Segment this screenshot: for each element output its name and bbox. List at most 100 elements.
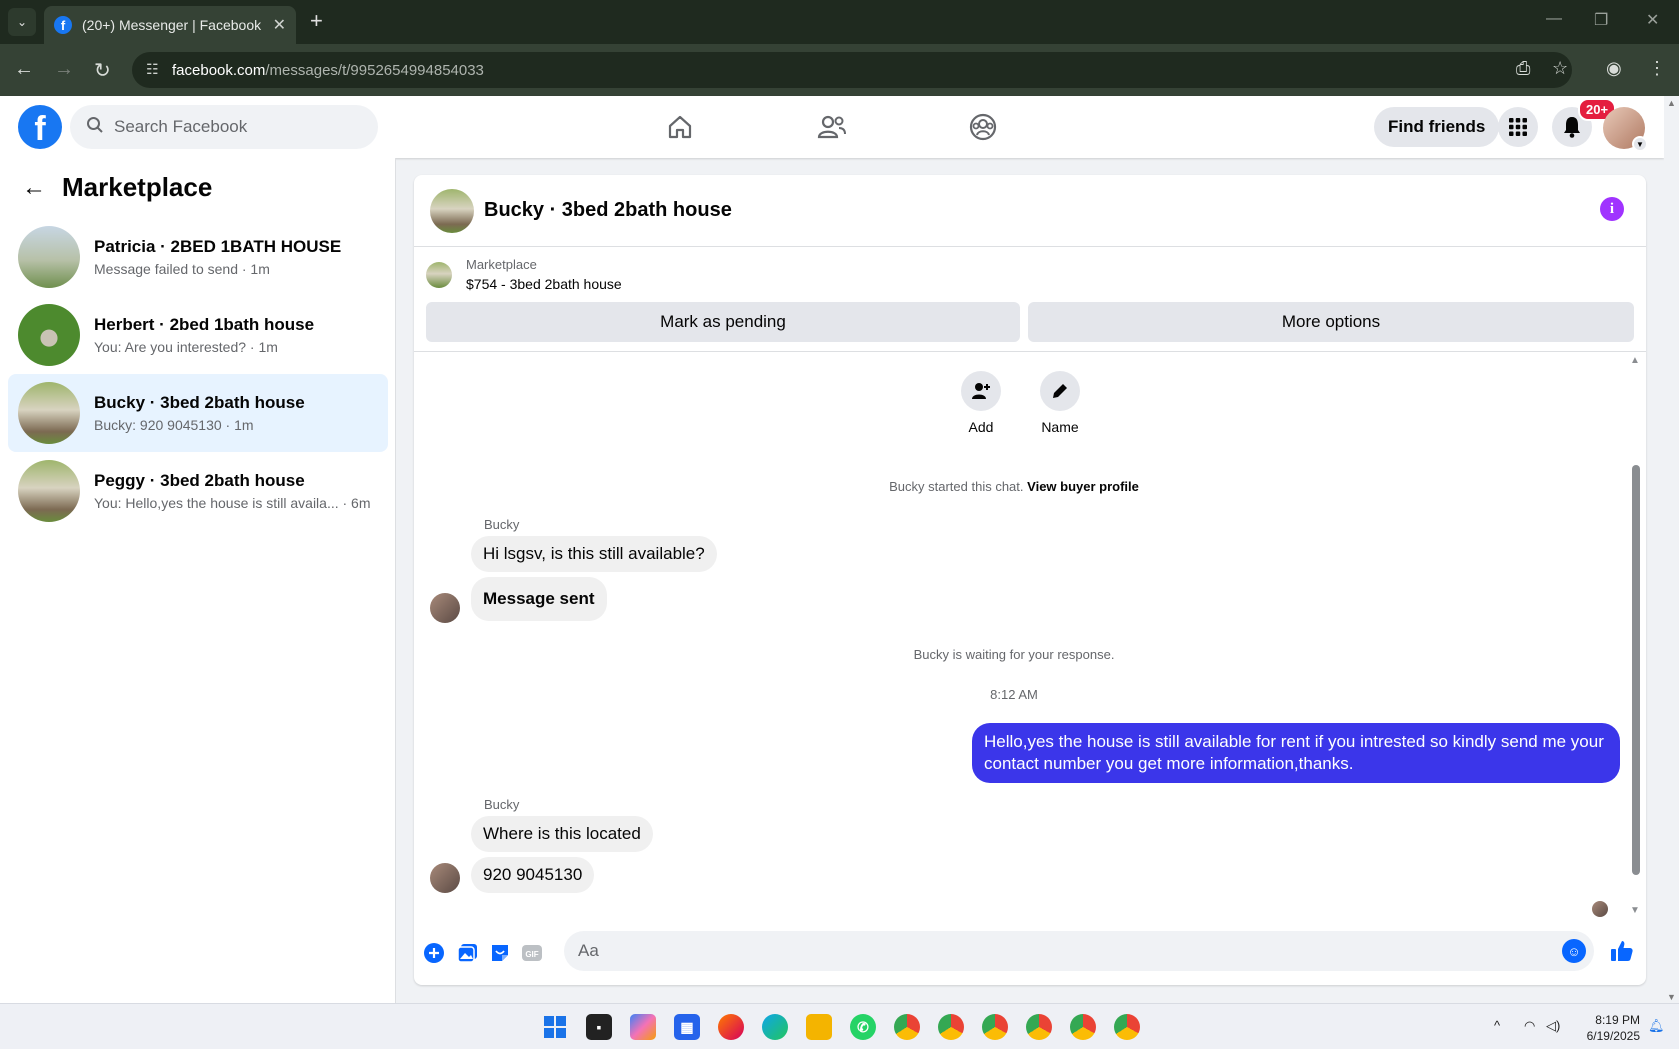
message-bubble[interactable]: 920 9045130: [471, 857, 595, 893]
address-bar[interactable]: ☷ facebook.com/messages/t/99526549948540…: [132, 52, 1572, 88]
page-scroll-down-icon[interactable]: ▼: [1667, 992, 1676, 1002]
house-thumbnail: [18, 460, 80, 522]
chrome-icon[interactable]: [1070, 1014, 1096, 1040]
close-tab-icon[interactable]: ✕: [273, 15, 286, 35]
close-window-icon[interactable]: ✕: [1646, 10, 1659, 30]
new-tab-button[interactable]: +: [310, 8, 323, 34]
wifi-icon[interactable]: ◠: [1524, 1018, 1535, 1034]
notification-icon[interactable]: 🔔︎: [1648, 1018, 1665, 1034]
copilot-icon[interactable]: [630, 1014, 656, 1040]
scroll-up-arrow-icon[interactable]: ▲: [1630, 355, 1640, 366]
photo-icon[interactable]: [456, 941, 480, 965]
facebook-logo-icon[interactable]: f: [18, 105, 62, 149]
listing-avatar[interactable]: [430, 188, 474, 233]
groups-icon[interactable]: [966, 110, 1000, 144]
find-friends-button[interactable]: Find friends: [1374, 107, 1500, 147]
volume-icon[interactable]: ◁): [1546, 1018, 1560, 1034]
read-receipt-avatar: [1592, 901, 1608, 917]
chat-scrollbar[interactable]: [1632, 465, 1640, 875]
listing-thumbnail: [426, 261, 452, 288]
conversation-item-peggy[interactable]: Peggy · 3bed 2bath house You: Hello,yes …: [8, 452, 388, 530]
plus-circle-icon[interactable]: [422, 941, 446, 965]
message-sent-bubble[interactable]: Message sent: [471, 577, 607, 621]
conversation-name: Herbert · 2bed 1bath house: [94, 315, 315, 334]
task-view-icon[interactable]: ▪: [586, 1014, 612, 1040]
browser-tab[interactable]: f (20+) Messenger | Facebook ✕: [44, 6, 296, 44]
install-app-icon[interactable]: ⎙: [1516, 58, 1530, 79]
menu-icon[interactable]: ⋮: [1648, 58, 1666, 79]
message-input[interactable]: Aa ☺: [564, 931, 1594, 971]
chat-title[interactable]: Bucky · 3bed 2bath house: [484, 199, 732, 222]
info-icon[interactable]: i: [1600, 197, 1624, 221]
conversation-item-bucky[interactable]: Bucky · 3bed 2bath house Bucky: 920 9045…: [8, 374, 388, 452]
sidebar-title: Marketplace: [62, 172, 213, 202]
reload-icon[interactable]: ↻: [94, 58, 111, 83]
emoji-icon[interactable]: ☺: [1562, 939, 1586, 963]
facebook-favicon-icon: f: [54, 16, 72, 34]
facebook-header: f Search Facebook Find friends 20+ ▼: [0, 96, 1664, 158]
page-scrollbar[interactable]: ▲ ▼: [1664, 96, 1679, 1003]
menu-grid-icon[interactable]: [1498, 107, 1538, 147]
whatsapp-icon[interactable]: ✆: [850, 1014, 876, 1040]
firefox-icon[interactable]: [718, 1014, 744, 1040]
sender-name: Bucky: [484, 517, 520, 532]
edge-icon[interactable]: [762, 1014, 788, 1040]
chrome-icon[interactable]: [982, 1014, 1008, 1040]
chat-header: Bucky · 3bed 2bath house i: [414, 175, 1646, 247]
message-bubble[interactable]: Where is this located: [471, 816, 653, 852]
search-input[interactable]: Search Facebook: [70, 105, 378, 149]
name-label: Name: [1041, 419, 1079, 435]
back-icon[interactable]: ←: [14, 58, 34, 81]
tray-chevron-icon[interactable]: ^: [1494, 1018, 1500, 1033]
profile-icon[interactable]: ◉: [1606, 58, 1622, 79]
bookmark-star-icon[interactable]: ☆: [1552, 58, 1568, 79]
browser-tabstrip: ⌄ f (20+) Messenger | Facebook ✕ + — ❐ ✕: [0, 0, 1679, 44]
tab-search-button[interactable]: ⌄: [8, 8, 36, 36]
conversation-item-patricia[interactable]: Patricia · 2BED 1BATH HOUSE Message fail…: [8, 218, 388, 296]
listing-label: Marketplace: [466, 257, 537, 272]
browser-toolbar: ← → ↻ ☷ facebook.com/messages/t/99526549…: [0, 44, 1679, 96]
chrome-icon[interactable]: [1114, 1014, 1140, 1040]
sender-avatar[interactable]: [430, 863, 460, 893]
restore-icon[interactable]: ❐: [1594, 10, 1608, 30]
friends-icon[interactable]: [815, 110, 849, 144]
thumbs-up-icon[interactable]: [1610, 939, 1634, 970]
house-thumbnail: [18, 226, 80, 288]
store-icon[interactable]: ▦: [674, 1014, 700, 1040]
pencil-icon: [1040, 371, 1080, 411]
windows-start-icon[interactable]: [542, 1014, 568, 1040]
minimize-icon[interactable]: —: [1546, 10, 1562, 28]
more-options-button[interactable]: More options: [1028, 302, 1634, 342]
file-explorer-icon[interactable]: [806, 1014, 832, 1040]
conversation-snippet: You: Are you interested? · 1m: [94, 339, 278, 355]
conversation-item-herbert[interactable]: Herbert · 2bed 1bath house You: Are you …: [8, 296, 388, 374]
my-message-bubble[interactable]: Hello,yes the house is still available f…: [972, 723, 1620, 783]
clock-time: 8:19 PM: [1595, 1013, 1640, 1027]
mark-as-pending-button[interactable]: Mark as pending: [426, 302, 1020, 342]
chrome-icon[interactable]: [894, 1014, 920, 1040]
sticker-icon[interactable]: [488, 941, 512, 965]
view-buyer-profile-link[interactable]: View buyer profile: [1027, 479, 1139, 494]
conversation-snippet: You: Hello,yes the house is still availa…: [94, 495, 371, 511]
message-bubble[interactable]: Hi lsgsv, is this still available?: [471, 536, 717, 572]
page-scroll-up-icon[interactable]: ▲: [1667, 98, 1676, 108]
back-arrow-icon[interactable]: ←: [22, 174, 46, 202]
scroll-down-arrow-icon[interactable]: ▼: [1630, 905, 1640, 916]
gif-icon[interactable]: GIF: [520, 941, 544, 965]
add-people-button[interactable]: Add: [946, 371, 1016, 435]
sender-avatar[interactable]: [430, 593, 460, 623]
system-clock[interactable]: 8:19 PM 6/19/2025: [1576, 1012, 1640, 1044]
listing-summary[interactable]: Marketplace $754 - 3bed 2bath house: [426, 257, 622, 292]
account-avatar[interactable]: ▼: [1603, 107, 1648, 152]
listing-detail: $754 - 3bed 2bath house: [466, 276, 622, 292]
chrome-icon[interactable]: [938, 1014, 964, 1040]
tab-title: (20+) Messenger | Facebook: [82, 17, 262, 33]
forward-icon[interactable]: →: [54, 58, 74, 81]
waiting-notice: Bucky is waiting for your response.: [913, 647, 1115, 662]
conversation-sidebar: ← Marketplace Patricia · 2BED 1BATH HOUS…: [0, 158, 396, 1003]
conversation-name: Peggy · 3bed 2bath house: [94, 471, 305, 490]
site-info-icon[interactable]: ☷: [146, 61, 159, 78]
nickname-button[interactable]: Name: [1025, 371, 1095, 435]
home-icon[interactable]: [663, 110, 697, 144]
chrome-icon[interactable]: [1026, 1014, 1052, 1040]
